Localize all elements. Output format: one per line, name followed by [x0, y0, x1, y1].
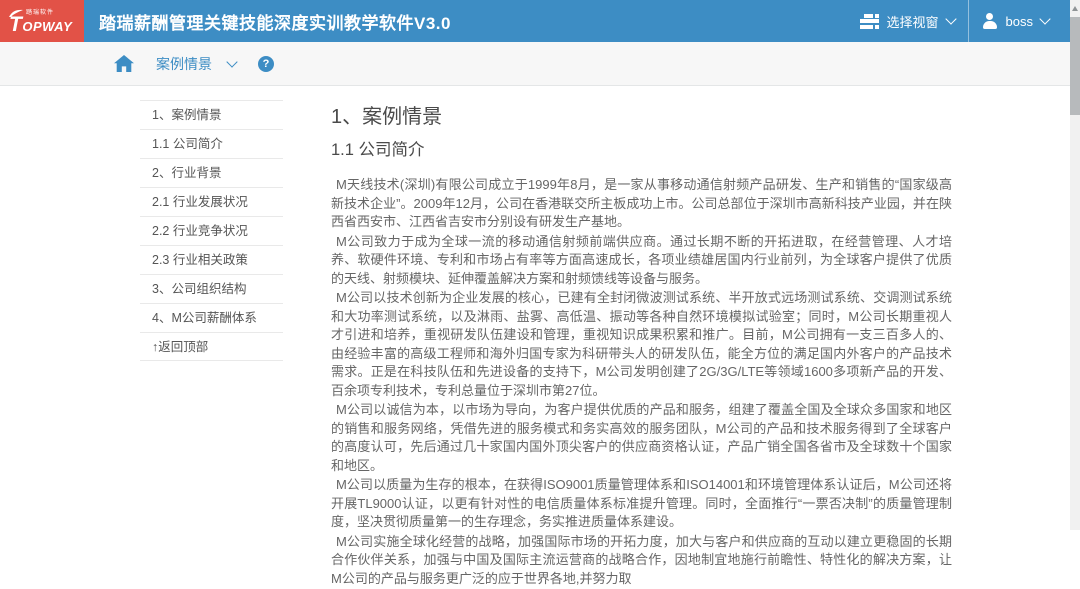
article: 1、案例情景 1.1 公司简介 M天线技术(深圳)有限公司成立于1999年8月，…: [331, 102, 952, 589]
logo-subtext: 踏瑞软件: [26, 10, 55, 16]
page-title: 1、案例情景: [331, 106, 443, 128]
username: boss: [1005, 13, 1033, 29]
sidebar-item-case-scenario[interactable]: 1、案例情景: [140, 100, 283, 129]
chevron-down-icon: [944, 12, 957, 25]
sidebar-item-industry-bg[interactable]: 2、行业背景: [140, 158, 283, 187]
app-header: 踏瑞软件 TOPWAY 踏瑞薪酬管理关键技能深度实训教学软件V3.0 选择视窗 …: [0, 0, 1080, 42]
paragraph: M公司致力于成为全球一流的移动通信射频前端供应商。通过长期不断的开拓进取，在经营…: [331, 233, 952, 286]
sidebar-item-back-to-top[interactable]: ↑返回顶部: [140, 332, 283, 361]
chevron-down-icon: [1039, 12, 1051, 25]
chevron-down-icon[interactable]: [226, 56, 238, 68]
section-title: 1.1 公司简介: [331, 141, 425, 159]
sidebar-item-industry-policy[interactable]: 2.3 行业相关政策: [140, 245, 283, 274]
paragraph: M公司以质量为生存的根本，在获得ISO9001质量管理体系和ISO14001和环…: [331, 477, 952, 529]
user-icon: [982, 13, 998, 29]
scroll-up-arrow-icon[interactable]: [1070, 0, 1080, 16]
window-selector-label: 选择视窗: [886, 14, 939, 30]
sidebar-item-salary-system[interactable]: 4、M公司薪酬体系: [140, 303, 283, 332]
secondary-toolbar: 案例情景 ?: [0, 42, 1080, 86]
windows-list-icon: [859, 13, 879, 29]
vertical-scrollbar[interactable]: [1070, 0, 1080, 530]
paragraph: M公司以技术创新为企业发展的核心，已建有全封闭微波测试系统、半开放式远场测试系统…: [331, 290, 952, 398]
app-title: 踏瑞薪酬管理关键技能深度实训教学软件V3.0: [99, 13, 451, 33]
paragraph: M公司以诚信为本，以市场为导向，为客户提供优质的产品和服务，组建了覆盖全国及全球…: [331, 402, 952, 473]
paragraph: M天线技术(深圳)有限公司成立于1999年8月，是一家从事移动通信射频产品研发、…: [331, 177, 952, 229]
window-selector-menu[interactable]: 选择视窗: [847, 0, 968, 42]
sidebar-item-org-structure[interactable]: 3、公司组织结构: [140, 274, 283, 303]
sidebar-item-industry-dev[interactable]: 2.1 行业发展状况: [140, 187, 283, 216]
topway-logo[interactable]: 踏瑞软件 TOPWAY: [0, 0, 84, 42]
question-mark-icon[interactable]: ?: [258, 55, 274, 72]
paragraph: M公司实施全球化经营的战略，加强国际市场的开拓力度，加大与客户和供应商的互动以建…: [331, 533, 952, 586]
section-sidebar: 1、案例情景 1.1 公司简介 2、行业背景 2.1 行业发展状况 2.2 行业…: [140, 100, 283, 361]
scrollbar-thumb[interactable]: [1070, 17, 1080, 115]
content-area: 1、案例情景 1.1 公司简介 2、行业背景 2.1 行业发展状况 2.2 行业…: [0, 86, 1080, 586]
sidebar-item-company-intro[interactable]: 1.1 公司简介: [140, 129, 283, 158]
tab-case-scenario[interactable]: 案例情景: [156, 54, 212, 74]
logo-brand: TOPWAY: [9, 13, 73, 36]
user-menu[interactable]: boss: [969, 0, 1062, 42]
sidebar-item-industry-comp[interactable]: 2.2 行业竞争状况: [140, 216, 283, 245]
home-icon[interactable]: [114, 55, 134, 72]
